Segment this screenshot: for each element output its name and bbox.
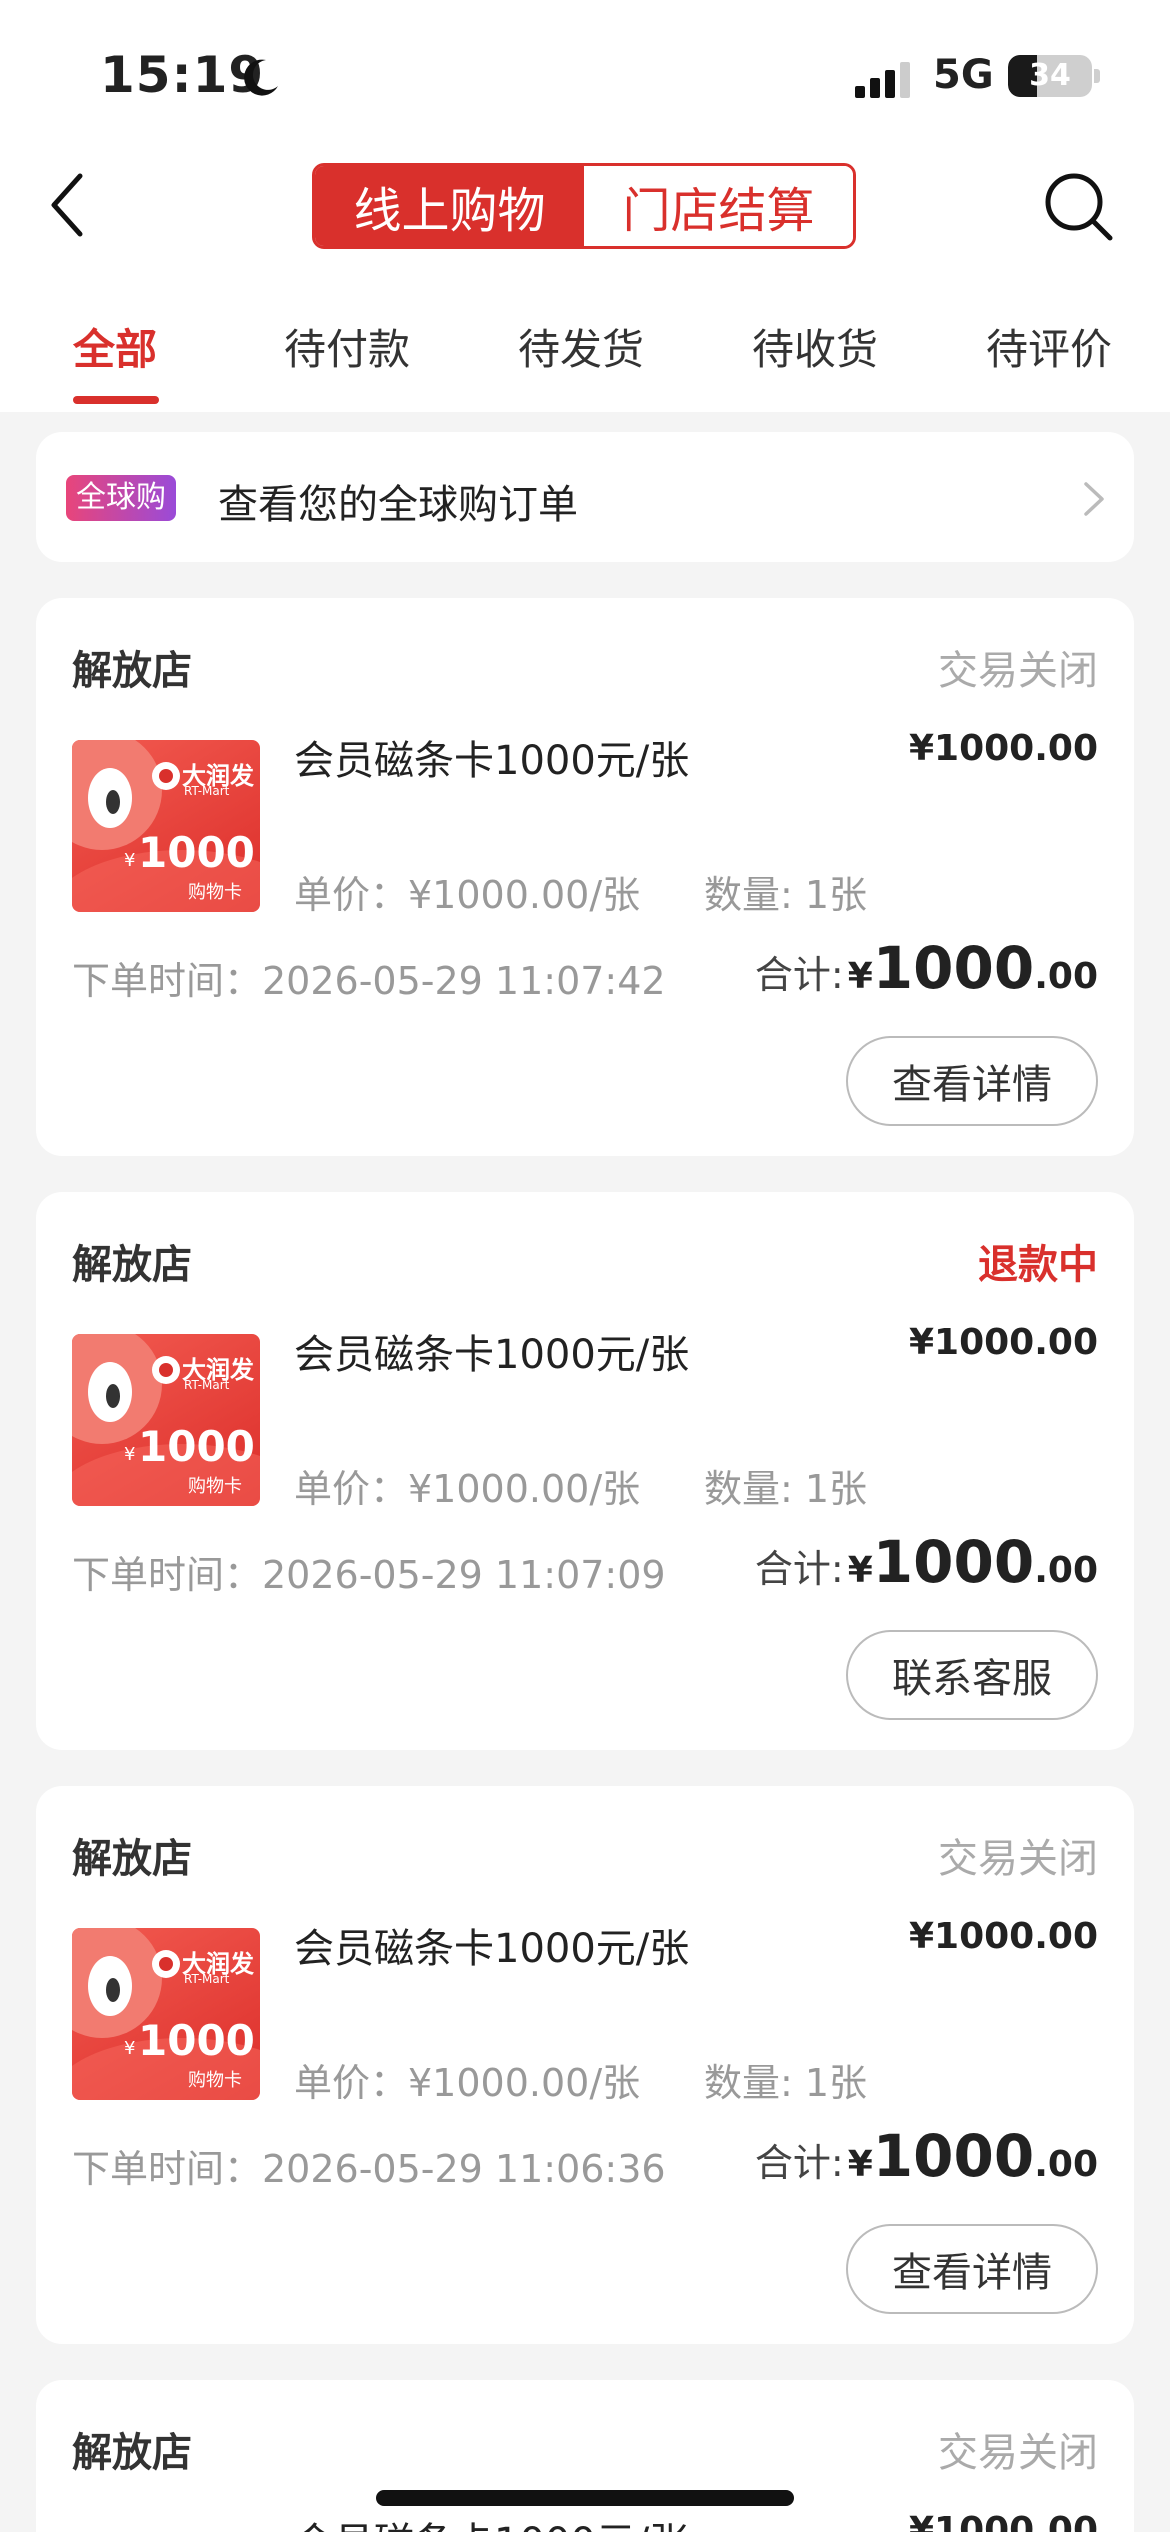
order-time: 下单时间：2026-05-29 11:06:36 (72, 2147, 666, 2191)
status-bar: 15:19 5G 34 (0, 0, 1170, 150)
product-price: ¥1000.00 (908, 2510, 1098, 2532)
product-name[interactable]: 会员磁条卡1000元/张 (294, 1916, 689, 1974)
total-label: 合计: (754, 1547, 844, 1591)
card-label: 购物卡 (188, 882, 242, 903)
mascot-pupil (106, 1978, 120, 2002)
total-label: 合计: (754, 953, 844, 997)
total-integer: 1000 (872, 934, 1035, 1002)
quantity: 数量: 1张 (704, 1467, 868, 1511)
view-details-button[interactable]: 查看详情 (846, 1036, 1098, 1126)
order-status: 交易关闭 (938, 648, 1098, 694)
card-yen: ¥ (124, 850, 136, 871)
product-image[interactable]: 大润发 RT-Mart ¥ 1000 购物卡 (72, 1334, 260, 1506)
card-label: 购物卡 (188, 1476, 242, 1497)
product-name[interactable]: 会员磁条卡1000元/张 (294, 1322, 689, 1380)
tab-pending-receipt[interactable]: 待收货 (752, 316, 878, 377)
order-status: 交易关闭 (938, 2430, 1098, 2476)
global-orders-entry[interactable]: 全球购 查看您的全球购订单 (36, 432, 1134, 562)
card-label: 购物卡 (188, 2070, 242, 2091)
unit-price: 单价：¥1000.00/张 (294, 1467, 641, 1511)
moon-icon (244, 59, 278, 96)
contact-service-button[interactable]: 联系客服 (846, 1630, 1098, 1720)
store-name[interactable]: 解放店 (72, 1826, 192, 1884)
order-total: 合计: ¥ 1000 .00 (755, 2122, 1098, 2190)
quantity: 数量: 1张 (704, 2061, 868, 2105)
back-icon[interactable] (44, 168, 94, 242)
product-image[interactable]: 大润发 RT-Mart ¥ 1000 购物卡 (72, 740, 260, 912)
tab-pending-payment[interactable]: 待付款 (284, 316, 410, 377)
brand-logo-dot (159, 1957, 173, 1971)
mode-segment: 线上购物 门店结算 (312, 163, 856, 249)
brand-logo-dot (159, 1363, 173, 1377)
quantity: 数量: 1张 (704, 873, 868, 917)
global-badge: 全球购 (66, 475, 176, 521)
product-name[interactable]: 会员磁条卡1000元/张 (294, 728, 689, 786)
network-type: 5G (933, 52, 994, 98)
battery-level: 34 (1029, 58, 1071, 93)
order-status: 退款中 (978, 1242, 1098, 1288)
order-status: 交易关闭 (938, 1836, 1098, 1882)
header: 15:19 5G 34 线上购物 门店结算 全部 待付款 待发货 待收货 待评价 (0, 0, 1170, 412)
mascot-pupil (106, 790, 120, 814)
tab-active-indicator (73, 396, 159, 404)
segment-online-shopping[interactable]: 线上购物 (315, 166, 584, 246)
battery-cap (1094, 69, 1100, 83)
brand-sub: RT-Mart (184, 784, 230, 798)
order-time: 下单时间：2026-05-29 11:07:09 (72, 1553, 666, 1597)
home-indicator[interactable] (376, 2490, 794, 2506)
order-card: 解放店 交易关闭 会员磁条卡1000元/张 ¥1000.00 (36, 2380, 1134, 2532)
product-image[interactable]: 大润发 RT-Mart ¥ 1000 购物卡 (72, 1928, 260, 2100)
tab-all[interactable]: 全部 (73, 316, 157, 377)
order-total: 合计: ¥ 1000 .00 (755, 1528, 1098, 1596)
product-name[interactable]: 会员磁条卡1000元/张 (294, 2510, 689, 2532)
product-price: ¥1000.00 (908, 1916, 1098, 1957)
store-name[interactable]: 解放店 (72, 1232, 192, 1290)
mascot-pupil (106, 1384, 120, 1408)
product-price: ¥1000.00 (908, 1322, 1098, 1363)
total-integer: 1000 (872, 2122, 1035, 2190)
total-decimal: .00 (1034, 1550, 1098, 1591)
total-currency: ¥ (847, 1550, 873, 1591)
total-currency: ¥ (847, 2144, 873, 2185)
unit-price: 单价：¥1000.00/张 (294, 873, 641, 917)
chevron-right-icon (1084, 482, 1104, 516)
store-name[interactable]: 解放店 (72, 638, 192, 696)
card-amount: 1000 (138, 1422, 255, 1471)
brand-logo-dot (159, 769, 173, 783)
signal-icon (855, 62, 910, 98)
search-icon[interactable] (1042, 170, 1114, 242)
global-orders-text: 查看您的全球购订单 (218, 482, 578, 528)
order-time: 下单时间：2026-05-29 11:07:42 (72, 959, 666, 1003)
battery-icon: 34 (1008, 55, 1092, 97)
card-yen: ¥ (124, 1444, 136, 1465)
store-name[interactable]: 解放店 (72, 2420, 192, 2478)
order-tabs: 全部 待付款 待发货 待收货 待评价 (0, 300, 1170, 412)
order-card: 解放店 交易关闭 大润发 RT-Mart ¥ 1000 购物卡 会员磁条卡100… (36, 598, 1134, 1156)
brand-sub: RT-Mart (184, 1972, 230, 1986)
total-integer: 1000 (872, 1528, 1035, 1596)
card-yen: ¥ (124, 2038, 136, 2059)
view-details-button[interactable]: 查看详情 (846, 2224, 1098, 2314)
product-price: ¥1000.00 (908, 728, 1098, 769)
card-amount: 1000 (138, 828, 255, 877)
order-card: 解放店 退款中 大润发 RT-Mart ¥ 1000 购物卡 会员磁条卡1000… (36, 1192, 1134, 1750)
segment-store-checkout[interactable]: 门店结算 (584, 166, 853, 246)
unit-price: 单价：¥1000.00/张 (294, 2061, 641, 2105)
total-decimal: .00 (1034, 956, 1098, 997)
total-decimal: .00 (1034, 2144, 1098, 2185)
total-label: 合计: (754, 2141, 844, 2185)
tab-pending-shipment[interactable]: 待发货 (518, 316, 644, 377)
tab-pending-review[interactable]: 待评价 (986, 316, 1112, 377)
card-amount: 1000 (138, 2016, 255, 2065)
total-currency: ¥ (847, 956, 873, 997)
brand-sub: RT-Mart (184, 1378, 230, 1392)
order-card: 解放店 交易关闭 大润发 RT-Mart ¥ 1000 购物卡 会员磁条卡100… (36, 1786, 1134, 2344)
order-total: 合计: ¥ 1000 .00 (755, 934, 1098, 1002)
